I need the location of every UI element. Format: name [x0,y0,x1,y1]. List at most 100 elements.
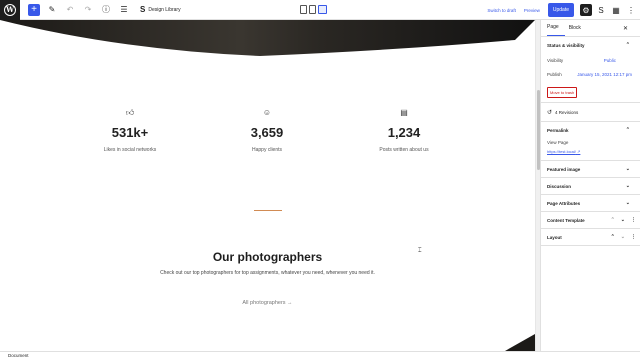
status-visibility-panel: Status & visibility ⌃ Visibility Public … [541,37,640,103]
stat-value: 1,234 [387,125,421,140]
pencil-icon: ✎ [48,5,56,14]
stat-label: Likes in social networks [103,147,157,153]
sidebar-tabs: Page Block ✕ [541,20,640,37]
drag-handle-icon[interactable]: ⋮ [631,234,636,240]
history-icon: ↺ [547,109,553,116]
discussion-toggle[interactable]: Discussion ⌄ [547,178,634,194]
view-page-label: View Page [547,140,569,145]
visibility-value[interactable]: Public [604,58,634,63]
featured-image-panel: Featured image ⌄ [541,161,640,178]
stat-likes: 👍︎ 531k+ Likes in social networks [60,108,200,153]
publish-date[interactable]: January 15, 2021 12:17 pm [577,72,634,77]
settings-button[interactable]: ⚙ [580,4,592,16]
panel-title: Content Template [547,217,585,223]
publish-label: Publish [547,71,562,77]
editor-toolbar: W + ✎ ↶ ↷ ⓘ ☰ S Design Library Switch to… [0,0,640,20]
chevron-up-icon: ⌃ [625,127,630,133]
preview-button[interactable]: Preview [524,8,540,13]
smile-icon: ☺ [262,108,272,117]
update-button[interactable]: Update [547,3,574,17]
undo-button[interactable]: ↶ [64,4,76,16]
featured-image-toggle[interactable]: Featured image ⌄ [547,161,634,177]
tab-page[interactable]: Page [547,24,565,36]
stat-posts: ▤ 1,234 Posts written about us [334,108,474,153]
redo-icon: ↷ [84,5,92,14]
desktop-preview-icon[interactable] [318,5,327,14]
device-preview-group [300,5,327,14]
revisions-panel: ↺ 4 Revisions [541,103,640,122]
tab-block[interactable]: Block [569,25,587,36]
stackable-icon: S [598,5,604,15]
wordpress-icon: W [4,3,16,16]
plugin-button[interactable]: ▦ [610,4,622,16]
tablet-preview-icon[interactable] [309,5,316,14]
chevron-up-icon: ⌃ [625,42,630,48]
block-breadcrumb[interactable]: Document [0,351,640,360]
section-heading[interactable]: Our photographers [0,250,535,264]
list-view-icon: ☰ [120,5,128,14]
visibility-label: Visibility [547,57,564,63]
discussion-panel: Discussion ⌄ [541,178,640,195]
stat-label: Happy clients [251,147,282,153]
next-section-image [505,334,535,351]
status-visibility-toggle[interactable]: Status & visibility ⌃ [547,37,634,53]
mouse-cursor-icon: ⌶ [418,248,422,254]
page-attributes-toggle[interactable]: Page Attributes ⌄ [547,195,634,211]
drag-handle-icon[interactable]: ⋮ [631,217,636,223]
page-attributes-panel: Page Attributes ⌄ [541,195,640,212]
revisions-button[interactable]: ↺ 4 Revisions [547,103,634,121]
thumbs-up-icon: 👍︎ [125,108,135,117]
section-description[interactable]: Check out our top photographers for top … [0,270,535,276]
stat-clients: ☺ 3,659 Happy clients [197,108,337,153]
design-library-icon: S [140,5,146,14]
chevron-down-icon[interactable]: ⌄ [621,217,625,223]
move-up-icon[interactable]: ⌃ [611,217,615,223]
details-button[interactable]: ⓘ [100,4,112,16]
all-photographers-link[interactable]: All photographers → [0,300,535,306]
panel-title: Discussion [547,183,572,189]
content-template-toggle[interactable]: Content Template ⌃ ⌄ ⋮ [547,212,636,228]
permalink-url-text: https://test.local/ [547,149,576,154]
stat-value: 531k+ [111,125,149,140]
document-icon: ▤ [400,108,408,117]
separator [254,210,282,211]
revisions-label: 4 Revisions [555,109,579,115]
move-up-icon[interactable]: ⌃ [611,234,615,240]
wordpress-logo-button[interactable]: W [0,0,20,20]
more-vertical-icon: ⋮ [627,5,635,15]
permalink-url[interactable]: https://test.local/ ↗ [547,149,634,154]
more-options-button[interactable]: ⋮ [625,4,637,16]
chevron-down-icon: ⌄ [625,166,630,172]
move-to-trash-button[interactable]: Move to trash [547,87,578,98]
layout-toggle[interactable]: Layout ⌃ ⌄ ⋮ [547,229,636,245]
list-view-button[interactable]: ☰ [118,4,130,16]
edit-tool-button[interactable]: ✎ [46,4,58,16]
add-block-button[interactable]: + [28,3,40,16]
redo-button[interactable]: ↷ [82,4,94,16]
calendar-icon: ▦ [612,5,620,15]
permalink-toggle[interactable]: Permalink ⌃ [547,122,634,138]
external-link-icon: ↗ [577,149,581,154]
switch-to-draft-button[interactable]: Switch to draft [487,8,516,13]
layout-panel: Layout ⌃ ⌄ ⋮ [541,229,640,246]
visibility-row: Visibility Public [547,53,634,67]
panel-title: Layout [547,234,562,240]
stackable-button[interactable]: S [595,4,607,16]
gear-icon: ⚙ [582,5,590,15]
stat-label: Posts written about us [379,147,429,153]
panel-title: Page Attributes [547,200,581,206]
chevron-down-icon: ⌄ [625,183,630,189]
undo-icon: ↶ [66,5,74,14]
panel-title: Status & visibility [547,42,585,48]
content-template-panel: Content Template ⌃ ⌄ ⋮ [541,212,640,229]
design-library-button[interactable]: S Design Library [140,5,181,14]
panel-title: Featured image [547,166,581,172]
publish-row: Publish January 15, 2021 12:17 pm [547,67,634,81]
info-icon: ⓘ [102,5,110,14]
close-icon[interactable]: ✕ [623,25,628,32]
hero-image-bottom [0,20,535,56]
move-down-icon[interactable]: ⌄ [621,234,625,240]
mobile-preview-icon[interactable] [300,5,307,14]
permalink-panel: Permalink ⌃ View Page https://test.local… [541,122,640,161]
editor-canvas: 👍︎ 531k+ Likes in social networks ☺ 3,65… [0,20,535,351]
